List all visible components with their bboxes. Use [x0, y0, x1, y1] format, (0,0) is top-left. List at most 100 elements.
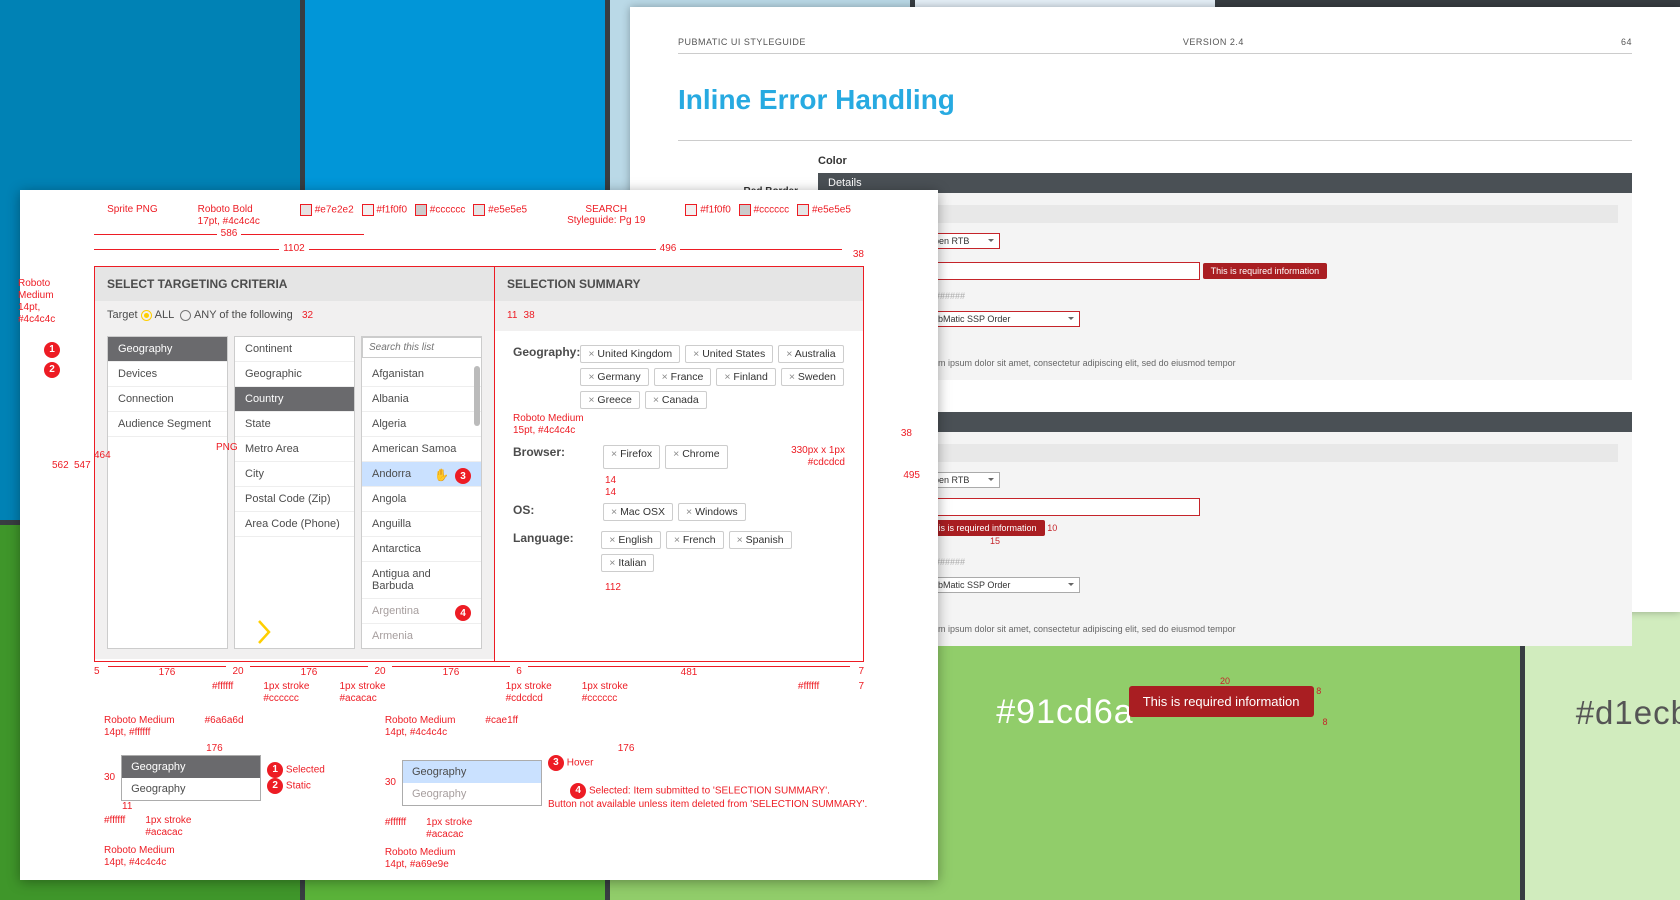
search-input[interactable] — [363, 338, 482, 357]
annotation-roboto-medium-14: Roboto Medium 14pt, #4c4c4c — [18, 278, 55, 326]
chip[interactable]: Australia — [778, 345, 843, 363]
padding-annotation-8b: 8 — [1322, 717, 1327, 727]
list-item[interactable]: Connection — [108, 387, 227, 412]
padding-annotation-10: 10 — [1047, 523, 1057, 533]
dim-112: 112 — [605, 582, 845, 594]
dim-7a: 7 — [850, 666, 864, 679]
chip[interactable]: English — [601, 531, 661, 549]
radio-all[interactable] — [141, 310, 152, 321]
list-item[interactable]: Continent — [235, 337, 354, 362]
chip[interactable]: Chrome — [665, 445, 727, 469]
list-item[interactable]: Albania — [362, 387, 481, 412]
radio-any[interactable] — [180, 310, 191, 321]
list-item[interactable]: State — [235, 412, 354, 437]
chip[interactable]: France — [654, 368, 712, 386]
dim-562: 562 — [52, 460, 69, 472]
list-item[interactable]: Area Code (Phone) — [235, 512, 354, 537]
annotation-swatch-cccccc-2: #cccccc — [739, 204, 789, 228]
chip[interactable]: Finland — [716, 368, 776, 386]
order-name-select[interactable]: PubMatic SSP Order — [920, 311, 1080, 327]
list-item[interactable]: Postal Code (Zip) — [235, 487, 354, 512]
legend1-dim-30: 30 — [104, 772, 115, 784]
error-flag-2: This is required information — [920, 520, 1045, 536]
legend1-font2: Roboto Medium 14pt, #4c4c4c — [104, 845, 325, 869]
note-1px-cccccc: 1px stroke #cccccc — [263, 681, 309, 705]
note-1px-cdcdcd: 1px stroke #cdcdcd — [506, 681, 552, 705]
callout-badge-3: 3 — [455, 468, 471, 484]
list-item[interactable]: Armenia — [362, 624, 481, 648]
panel-subheader: Line Item Information — [832, 205, 1618, 223]
chip[interactable]: Greece — [580, 391, 640, 409]
line-item-name-input-2[interactable] — [920, 498, 1200, 516]
list-item[interactable]: Country — [235, 387, 354, 412]
error-flag-large: This is required information — [1129, 686, 1314, 717]
chip[interactable]: Mac OSX — [603, 503, 673, 521]
legend2-font: Roboto Medium 14pt, #4c4c4c — [385, 715, 456, 739]
target-label: Target — [107, 309, 138, 321]
dim-495: 495 — [903, 470, 920, 482]
legend2-ffffff: #ffffff — [385, 817, 406, 841]
list-item[interactable]: Devices — [108, 362, 227, 387]
list-item[interactable]: Argentina4 — [362, 599, 481, 624]
list-item[interactable]: Geography — [108, 337, 227, 362]
doc-version: VERSION 2.4 — [1183, 37, 1244, 47]
line-item-name-input[interactable] — [920, 262, 1200, 280]
list-item[interactable]: Antigua and Barbuda — [362, 562, 481, 599]
legend2-dim-30: 30 — [385, 777, 396, 789]
legend1-font: Roboto Medium 14pt, #ffffff — [104, 715, 175, 739]
list-item[interactable]: Geographic — [235, 362, 354, 387]
dim-38c: 38 — [901, 428, 912, 440]
annotation-swatch-f1f0f0: #f1f0f0 — [362, 204, 407, 228]
scrollbar[interactable] — [474, 366, 480, 426]
dim-6: 6 — [510, 666, 528, 679]
chip[interactable]: Firefox — [603, 445, 660, 469]
subsection-error-flag-padding: Error Flag Padding — [818, 660, 1632, 672]
annotation-roboto-medium-15: Roboto Medium 15pt, #4c4c4c — [513, 413, 845, 437]
doc-title: PUBMATIC UI STYLEGUIDE — [678, 37, 806, 47]
order-name-select-2[interactable]: PubMatic SSP Order — [920, 577, 1080, 593]
dim-547: 547 — [74, 460, 91, 472]
padding-annotation-15: 15 — [990, 536, 1200, 546]
chip[interactable]: French — [666, 531, 724, 549]
annotation-swatch-cccccc: #cccccc — [415, 204, 465, 228]
summary-label-language: Language: — [513, 531, 601, 572]
dim-38b: 38 — [524, 310, 535, 321]
list-item[interactable]: Angola — [362, 487, 481, 512]
chip[interactable]: Italian — [601, 554, 654, 572]
legend-hover-disabled: Geography Geography — [402, 760, 542, 806]
list-item[interactable]: American Samoa — [362, 437, 481, 462]
list-item[interactable]: City — [235, 462, 354, 487]
cursor-icon: ✋ — [434, 468, 449, 482]
panel-header-details-2: Details — [818, 412, 1632, 432]
chip[interactable]: Germany — [580, 368, 648, 386]
list-item[interactable]: Algeria — [362, 412, 481, 437]
list-item[interactable]: Metro Area — [235, 437, 354, 462]
legend1-stroke: 1px stroke #acacac — [145, 815, 191, 839]
annotation-png: PNG — [216, 442, 238, 454]
list-item[interactable]: Andorra3✋ — [362, 462, 481, 487]
panel-heading-left: SELECT TARGETING CRITERIA — [95, 267, 494, 301]
dim-176c: 176 — [392, 666, 510, 679]
list-item[interactable]: Afganistan — [362, 362, 481, 387]
padding-annotation-8a: 8 — [1316, 686, 1321, 696]
chip[interactable]: Canada — [645, 391, 707, 409]
chip[interactable]: Sweden — [781, 368, 844, 386]
legend1-bg: #6a6a6d — [205, 715, 244, 739]
legend1-static: Static — [286, 781, 311, 792]
list-item[interactable]: Anguilla — [362, 512, 481, 537]
dim-586: 586 — [94, 234, 364, 247]
legend2-dim-176: 176 — [385, 743, 867, 755]
chip[interactable]: Windows — [678, 503, 746, 521]
callout-badge-1: 1 — [44, 342, 60, 358]
values-column: AfganistanAlbaniaAlgeriaAmerican Samoa An… — [361, 336, 482, 649]
callout-badge-2: 2 — [44, 362, 60, 378]
page-header: PUBMATIC UI STYLEGUIDE VERSION 2.4 64 — [678, 37, 1632, 54]
chip[interactable]: Spanish — [729, 531, 792, 549]
list-item[interactable]: Audience Segment — [108, 412, 227, 437]
dim-496: 496 — [494, 249, 842, 262]
chip[interactable]: United States — [685, 345, 773, 363]
chip[interactable]: United Kingdom — [580, 345, 680, 363]
dim-5: 5 — [94, 666, 108, 679]
summary-label-geography: Geography: — [513, 345, 580, 409]
list-item[interactable]: Antarctica — [362, 537, 481, 562]
